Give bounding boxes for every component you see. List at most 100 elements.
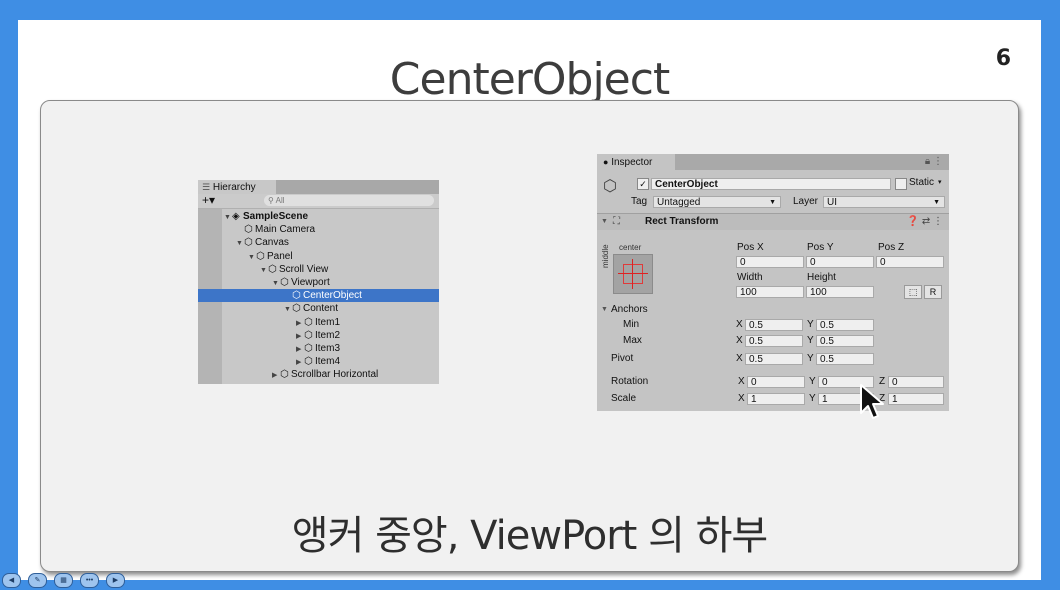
anchor-max-x-field[interactable]: 0.5 — [745, 335, 803, 347]
hierarchy-tab[interactable]: ☰ Hierarchy — [198, 180, 276, 194]
cube-icon: ⬡ — [304, 356, 313, 368]
static-checkbox[interactable] — [895, 178, 907, 190]
hierarchy-item[interactable]: ▼⬡ Canvas — [198, 236, 439, 249]
pen-tool-button[interactable]: ✎ — [28, 573, 47, 588]
static-dropdown-arrow-icon[interactable]: ▾ — [938, 177, 942, 189]
info-icon: ● — [603, 157, 609, 167]
rotation-x-axis-label: X — [738, 376, 745, 387]
blueprint-mode-button[interactable]: ⬚ — [904, 285, 922, 299]
anchor-cross-vertical — [632, 259, 633, 289]
max-y-axis-label: Y — [807, 335, 814, 346]
hierarchy-item-label: Viewport — [291, 276, 330, 288]
hierarchy-item[interactable]: ▶ ⬡ Item4 — [198, 355, 439, 368]
list-icon: ☰ — [202, 182, 211, 192]
slide-caption: 앵커 중앙, ViewPort 의 하부 — [291, 513, 768, 559]
hierarchy-item[interactable]: ▼⬡ Scroll View — [198, 263, 439, 276]
unity-scene-icon: ◈ — [232, 211, 240, 222]
chevron-down-icon[interactable]: ▼ — [601, 304, 608, 316]
hierarchy-item[interactable]: ⬡ CenterObject — [198, 289, 439, 303]
inspector-tab[interactable]: ● Inspector — [597, 154, 675, 170]
anchor-preset-square — [623, 264, 643, 284]
pos-y-label: Pos Y — [807, 242, 834, 253]
lock-icon[interactable]: 🔒︎ ⋮ — [925, 156, 943, 167]
pos-z-field[interactable]: 0 — [876, 256, 944, 268]
pivot-x-field[interactable]: 0.5 — [745, 353, 803, 365]
max-x-axis-label: X — [736, 335, 743, 346]
previous-slide-button[interactable]: ◀ — [2, 573, 21, 588]
cube-icon: ⬡ — [304, 342, 313, 354]
component-title: Rect Transform — [645, 216, 719, 227]
pos-y-field[interactable]: 0 — [806, 256, 874, 268]
inspector-tab-label: Inspector — [611, 157, 653, 168]
height-label: Height — [807, 272, 836, 283]
scale-z-field[interactable]: 1 — [888, 393, 944, 405]
hierarchy-item-label: CenterObject — [303, 290, 362, 302]
chevron-down-icon: ▼ — [769, 199, 776, 206]
arrow-left-icon: ◀ — [8, 577, 15, 584]
cube-icon: ⬡ — [268, 263, 277, 275]
layer-label: Layer — [793, 196, 819, 207]
scale-y-axis-label: Y — [809, 393, 816, 404]
anchor-preset-button[interactable] — [613, 254, 653, 294]
scale-x-field[interactable]: 1 — [747, 393, 805, 405]
rotation-z-field[interactable]: 0 — [888, 376, 944, 388]
anchor-min-y-field[interactable]: 0.5 — [816, 319, 874, 331]
cube-icon: ⬡ — [256, 250, 265, 262]
tag-label: Tag — [631, 196, 648, 207]
tag-dropdown[interactable]: Untagged ▼ — [653, 196, 781, 208]
chevron-down-icon: ▼ — [933, 199, 940, 206]
anchor-cross-horizontal — [618, 273, 648, 274]
anchors-label: Anchors — [611, 304, 648, 315]
hierarchy-item[interactable]: ▶ ⬡ Item2 — [198, 329, 439, 342]
hierarchy-item[interactable]: ▶ ⬡ Item1 — [198, 316, 439, 329]
anchor-preset-top-label: center — [619, 243, 642, 252]
chevron-down-icon: ▼ — [601, 218, 608, 225]
hierarchy-search-input[interactable]: ⚲ All — [264, 195, 434, 206]
more-options-button[interactable]: ••• — [80, 573, 99, 588]
slide: CenterObject 6 ☰ Hierarchy +▾ ⚲ All ▼◈ Sa… — [18, 20, 1041, 580]
inspector-tabbar: ● Inspector 🔒︎ ⋮ — [597, 154, 949, 170]
cube-icon: ⬡ — [292, 290, 301, 302]
rotation-y-axis-label: Y — [809, 376, 816, 387]
hierarchy-item-label: Item4 — [315, 356, 341, 368]
layer-value: UI — [827, 197, 837, 208]
anchor-min-x-field[interactable]: 0.5 — [745, 319, 803, 331]
hierarchy-item-label: Item1 — [315, 316, 341, 328]
component-menu-icon[interactable]: ❓ ⇄ ⋮ — [907, 216, 943, 228]
anchor-max-y-field[interactable]: 0.5 — [816, 335, 874, 347]
add-object-button[interactable]: +▾ — [202, 194, 215, 207]
hierarchy-item[interactable]: ⬡ Main Camera — [198, 223, 439, 236]
chevron-right-icon[interactable]: ▶ — [272, 369, 280, 382]
pivot-x-axis-label: X — [736, 353, 743, 364]
hierarchy-item[interactable]: ▼◈ SampleScene — [198, 210, 439, 223]
cube-icon: ⬡ — [280, 369, 289, 381]
hierarchy-item[interactable]: ▼⬡ Viewport — [198, 276, 439, 289]
hierarchy-item[interactable]: ▼⬡ Content — [198, 302, 439, 315]
rect-transform-header[interactable]: ▼ ⛶ Rect Transform ❓ ⇄ ⋮ — [597, 214, 949, 230]
active-checkbox[interactable]: ✓ — [637, 178, 649, 190]
width-label: Width — [737, 272, 763, 283]
search-placeholder: All — [275, 196, 285, 205]
cube-icon: ⬡ — [280, 276, 289, 288]
next-slide-button[interactable]: ▶ — [106, 573, 125, 588]
tag-value: Untagged — [657, 197, 701, 208]
hierarchy-item-label: Scrollbar Horizontal — [291, 369, 379, 381]
slides-overview-button[interactable]: ▦ — [54, 573, 73, 588]
scale-x-axis-label: X — [738, 393, 745, 404]
layer-dropdown[interactable]: UI ▼ — [823, 196, 945, 208]
pivot-y-field[interactable]: 0.5 — [816, 353, 874, 365]
ellipsis-icon: ••• — [85, 577, 94, 584]
hierarchy-item[interactable]: ▶ ⬡ Item3 — [198, 342, 439, 355]
object-name-field[interactable]: CenterObject — [651, 178, 891, 190]
raw-edit-button[interactable]: R — [924, 285, 942, 299]
grid-icon: ▦ — [60, 577, 67, 584]
width-field[interactable]: 100 — [736, 286, 804, 298]
height-field[interactable]: 100 — [806, 286, 874, 298]
hierarchy-tree: ▼◈ SampleScene ⬡ Main Camera ▼⬡ Canvas ▼⬡ Panel… — [198, 210, 439, 381]
rotation-x-field[interactable]: 0 — [747, 376, 805, 388]
pen-icon: ✎ — [34, 577, 41, 584]
hierarchy-item[interactable]: ▶ ⬡ Scrollbar Horizontal — [198, 368, 439, 381]
pos-x-field[interactable]: 0 — [736, 256, 804, 268]
slideshow-nav: ◀ ✎ ▦ ••• ▶ — [0, 572, 140, 590]
hierarchy-item[interactable]: ▼⬡ Panel — [198, 250, 439, 263]
